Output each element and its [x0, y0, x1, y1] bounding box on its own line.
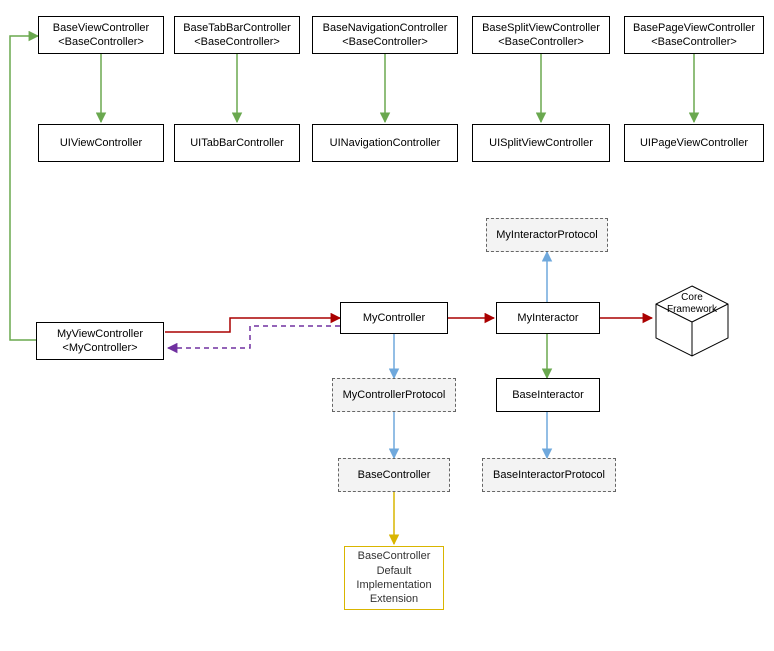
text-line: BaseNavigationController — [323, 21, 448, 35]
text-line: <BaseController> — [183, 35, 291, 49]
node-base-page-view-controller: BasePageViewController<BaseController> — [624, 16, 764, 54]
text-line: Core — [650, 292, 734, 304]
text: MyControllerProtocol — [343, 388, 446, 402]
text-line: BasePageViewController — [633, 21, 755, 35]
text-line: <BaseController> — [53, 35, 149, 49]
text-line: <BaseController> — [323, 35, 448, 49]
text-line: Framework — [650, 304, 734, 316]
node-ui-tabbar-controller: UITabBarController — [174, 124, 300, 162]
text-line: BaseController — [356, 549, 431, 563]
node-ui-view-controller: UIViewController — [38, 124, 164, 162]
text-line: BaseViewController — [53, 21, 149, 35]
node-ui-split-view-controller: UISplitViewController — [472, 124, 610, 162]
node-core-framework: Core Framework — [650, 282, 734, 365]
text: MyController — [363, 311, 425, 325]
node-my-controller: MyController — [340, 302, 448, 334]
text-line: MyViewController — [57, 327, 143, 341]
node-base-tabbar-controller: BaseTabBarController<BaseController> — [174, 16, 300, 54]
text: UINavigationController — [330, 136, 441, 150]
text: UIViewController — [60, 136, 142, 150]
node-base-controller-default: BaseController Default Implementation Ex… — [344, 546, 444, 610]
node-ui-navigation-controller: UINavigationController — [312, 124, 458, 162]
node-base-navigation-controller: BaseNavigationController<BaseController> — [312, 16, 458, 54]
node-base-interactor: BaseInteractor — [496, 378, 600, 412]
text-line: <BaseController> — [482, 35, 600, 49]
node-ui-page-view-controller: UIPageViewController — [624, 124, 764, 162]
text: MyInteractorProtocol — [496, 228, 597, 242]
text: UIPageViewController — [640, 136, 748, 150]
text-line: Extension — [356, 592, 431, 606]
text: BaseInteractor — [512, 388, 584, 402]
text-line: <BaseController> — [633, 35, 755, 49]
text-line: Implementation — [356, 578, 431, 592]
text: UISplitViewController — [489, 136, 593, 150]
node-base-split-view-controller: BaseSplitViewController<BaseController> — [472, 16, 610, 54]
node-my-controller-protocol: MyControllerProtocol — [332, 378, 456, 412]
node-base-view-controller: BaseViewController<BaseController> — [38, 16, 164, 54]
node-my-interactor-protocol: MyInteractorProtocol — [486, 218, 608, 252]
node-base-controller: BaseController — [338, 458, 450, 492]
text-line: Default — [356, 564, 431, 578]
text: UITabBarController — [190, 136, 284, 150]
text-line: <MyController> — [57, 341, 143, 355]
text: BaseInteractorProtocol — [493, 468, 605, 482]
text: MyInteractor — [517, 311, 578, 325]
text-line: BaseSplitViewController — [482, 21, 600, 35]
node-base-interactor-protocol: BaseInteractorProtocol — [482, 458, 616, 492]
text: BaseController — [358, 468, 431, 482]
node-my-interactor: MyInteractor — [496, 302, 600, 334]
node-my-view-controller: MyViewController<MyController> — [36, 322, 164, 360]
text-line: BaseTabBarController — [183, 21, 291, 35]
